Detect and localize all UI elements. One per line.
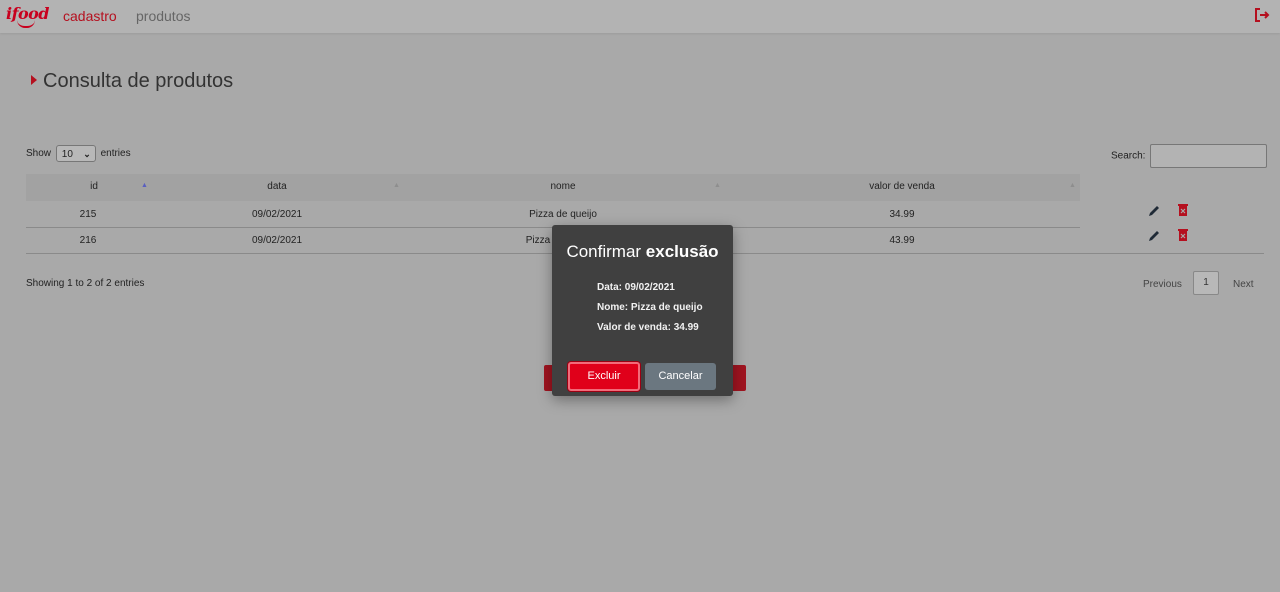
cancelar-button[interactable]: Cancelar xyxy=(645,363,716,390)
page-title: Consulta de produtos xyxy=(31,70,233,93)
nav-link-cadastro[interactable]: cadastro xyxy=(63,8,117,24)
excluir-button[interactable]: Excluir xyxy=(568,362,640,391)
length-control: Show 10 ⌄ entries xyxy=(26,145,131,162)
pagination-page-1[interactable]: 1 xyxy=(1193,271,1219,295)
search-input[interactable] xyxy=(1150,144,1268,168)
entries-length-value: 10 xyxy=(61,149,73,160)
modal-data-line: Data: 09/02/2021 xyxy=(597,282,675,293)
cell-data: 09/02/2021 xyxy=(251,235,303,246)
ifood-logo-smile xyxy=(17,20,35,28)
modal-title-bold: exclusão xyxy=(645,242,719,261)
cell-nome: Pizza de queijo xyxy=(529,209,597,220)
navbar: ifood cadastro produtos xyxy=(0,0,1280,33)
sort-icon: ▲ xyxy=(714,182,721,189)
modal-title: Confirmar exclusão xyxy=(552,242,733,262)
trash-icon[interactable] xyxy=(1176,228,1190,242)
table-info: Showing 1 to 2 of 2 entries xyxy=(26,278,145,289)
table-header: id ▲ data ▲︎ nome ▲ valor de venda ▲ xyxy=(26,174,1080,201)
search-control: Search: xyxy=(1111,144,1268,168)
edit-icon[interactable] xyxy=(1147,229,1161,243)
edit-icon[interactable] xyxy=(1147,204,1161,218)
modal-valor-line: Valor de venda: 34.99 xyxy=(597,322,699,333)
pagination-next[interactable]: Next xyxy=(1233,279,1254,290)
column-header-valor[interactable]: valor de venda xyxy=(846,181,958,192)
caret-right-icon xyxy=(31,75,37,85)
column-header-data[interactable]: data xyxy=(246,181,308,192)
show-label: Show xyxy=(26,148,52,160)
nav-link-produtos[interactable]: produtos xyxy=(136,8,190,24)
cell-id: 215 xyxy=(79,209,97,220)
logout-icon[interactable] xyxy=(1254,7,1270,23)
column-header-id[interactable]: id xyxy=(83,181,105,192)
entries-label: entries xyxy=(100,148,131,160)
cell-data: 09/02/2021 xyxy=(251,209,303,220)
trash-icon[interactable] xyxy=(1176,203,1190,217)
sort-asc-icon: ▲ xyxy=(141,182,148,189)
column-header-nome[interactable]: nome xyxy=(533,181,593,192)
background-button xyxy=(731,365,746,391)
sort-icon: ▲︎ xyxy=(393,182,400,189)
modal-nome-line: Nome: Pizza de queijo xyxy=(597,302,703,313)
page-title-text: Consulta de produtos xyxy=(43,70,234,92)
chevron-down-icon: ⌄ xyxy=(83,149,91,159)
cell-id: 216 xyxy=(79,235,97,246)
modal-title-regular: Confirmar xyxy=(566,242,642,261)
table-row: 215 09/02/2021 Pizza de queijo 34.99 xyxy=(26,201,1080,228)
cell-valor: 34.99 xyxy=(889,209,915,220)
entries-length-select[interactable]: 10 ⌄ xyxy=(55,145,96,162)
sort-icon: ▲ xyxy=(1069,182,1076,189)
pagination-previous[interactable]: Previous xyxy=(1143,279,1182,290)
cell-valor: 43.99 xyxy=(889,235,915,246)
search-label: Search: xyxy=(1111,150,1146,162)
confirm-delete-modal: Confirmar exclusão Data: 09/02/2021 Nome… xyxy=(552,225,733,396)
